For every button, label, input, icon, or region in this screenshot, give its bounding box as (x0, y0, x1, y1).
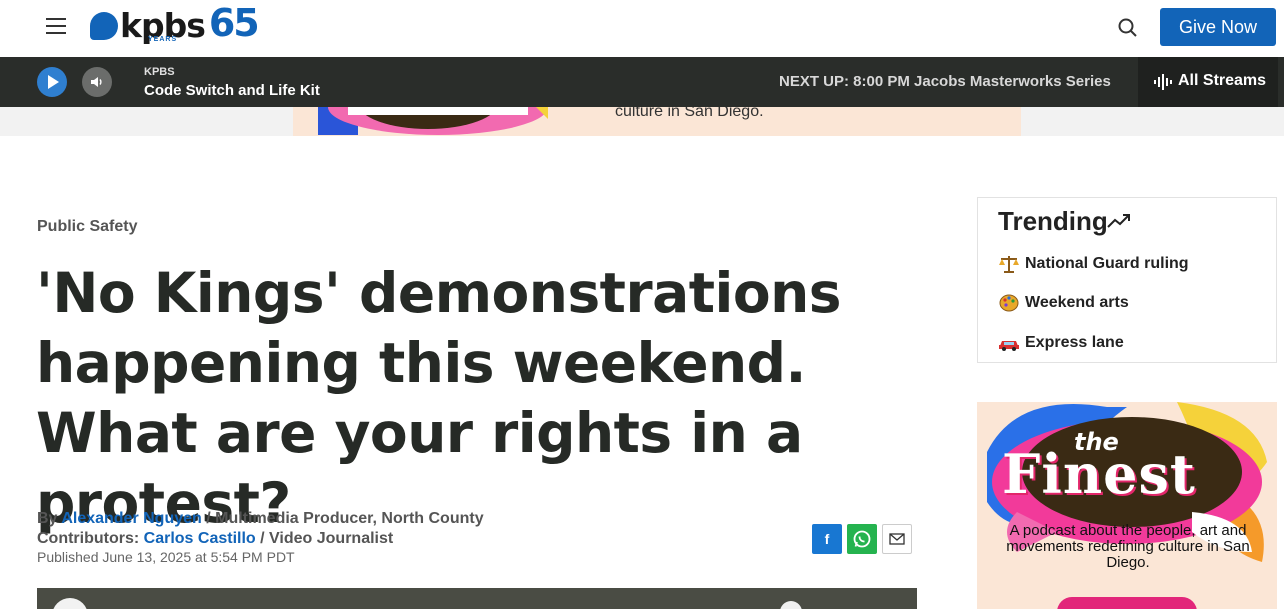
ad-artwork (318, 107, 548, 135)
search-icon[interactable] (1116, 16, 1140, 40)
author-link[interactable]: Alexander Nguyen (61, 510, 201, 527)
logo-years: YEARS (148, 36, 178, 43)
byline-prefix: By (37, 510, 62, 527)
top-ad-text: culture in San Diego. (615, 107, 764, 120)
logo-mark (90, 12, 118, 40)
contributor-role: / Video Journalist (255, 530, 394, 547)
trending-box: Trending National Guard ruling Weekend a… (977, 197, 1277, 363)
email-share-icon[interactable] (882, 524, 912, 554)
video-info-icon[interactable] (780, 601, 802, 609)
give-now-button[interactable]: Give Now (1160, 8, 1276, 46)
play-icon[interactable] (37, 67, 67, 97)
video-player[interactable] (37, 588, 917, 609)
trending-title: Trending (998, 206, 1108, 236)
ad-title: Finest (1002, 442, 1196, 506)
article-headline: 'No Kings' demonstrations happening this… (36, 261, 842, 535)
author-role: / Multimedia Producer, North County (201, 510, 484, 527)
top-ad-strip: culture in San Diego. (0, 107, 1284, 136)
scales-icon (999, 256, 1019, 273)
palette-icon (999, 294, 1019, 312)
byline: By Alexander Nguyen / Multimedia Produce… (37, 509, 484, 529)
contributors: Contributors: Carlos Castillo / Video Jo… (37, 529, 393, 549)
all-streams-label: All Streams (1178, 72, 1267, 89)
trending-item-label: Weekend arts (1025, 294, 1129, 311)
menu-icon[interactable] (44, 18, 68, 38)
volume-icon[interactable] (82, 67, 112, 97)
whatsapp-share-icon[interactable] (847, 524, 877, 554)
next-up-text: NEXT UP: 8:00 PM Jacobs Masterworks Seri… (779, 73, 1111, 90)
now-playing-show[interactable]: Code Switch and Life Kit (144, 82, 320, 99)
site-header: kpbs 65 YEARS Give Now (0, 0, 1284, 57)
contributor-link[interactable]: Carlos Castillo (144, 530, 256, 547)
all-streams-button[interactable]: All Streams (1138, 57, 1278, 107)
video-play-icon[interactable] (52, 598, 88, 609)
waveform-icon (1154, 74, 1172, 90)
article-category[interactable]: Public Safety (37, 218, 137, 236)
live-player-bar: KPBS Code Switch and Life Kit NEXT UP: 8… (0, 57, 1284, 107)
ad-listen-button[interactable] (1057, 597, 1197, 609)
facebook-share-icon[interactable]: f (812, 524, 842, 554)
top-ad-banner[interactable]: culture in San Diego. (293, 107, 1021, 136)
contributors-prefix: Contributors: (37, 530, 144, 547)
trending-item-label: National Guard ruling (1025, 255, 1189, 272)
logo-anniversary: 65 (208, 1, 260, 45)
car-icon (999, 341, 1019, 351)
station-name: KPBS (144, 66, 175, 78)
published-date: Published June 13, 2025 at 5:54 PM PDT (37, 549, 295, 565)
ad-text: A podcast about the people, art and move… (1006, 522, 1250, 571)
side-ad-the-finest[interactable]: the Finest A podcast about the people, a… (977, 402, 1277, 609)
trending-item-label: Express lane (1025, 334, 1124, 351)
trending-up-icon (1107, 214, 1130, 228)
